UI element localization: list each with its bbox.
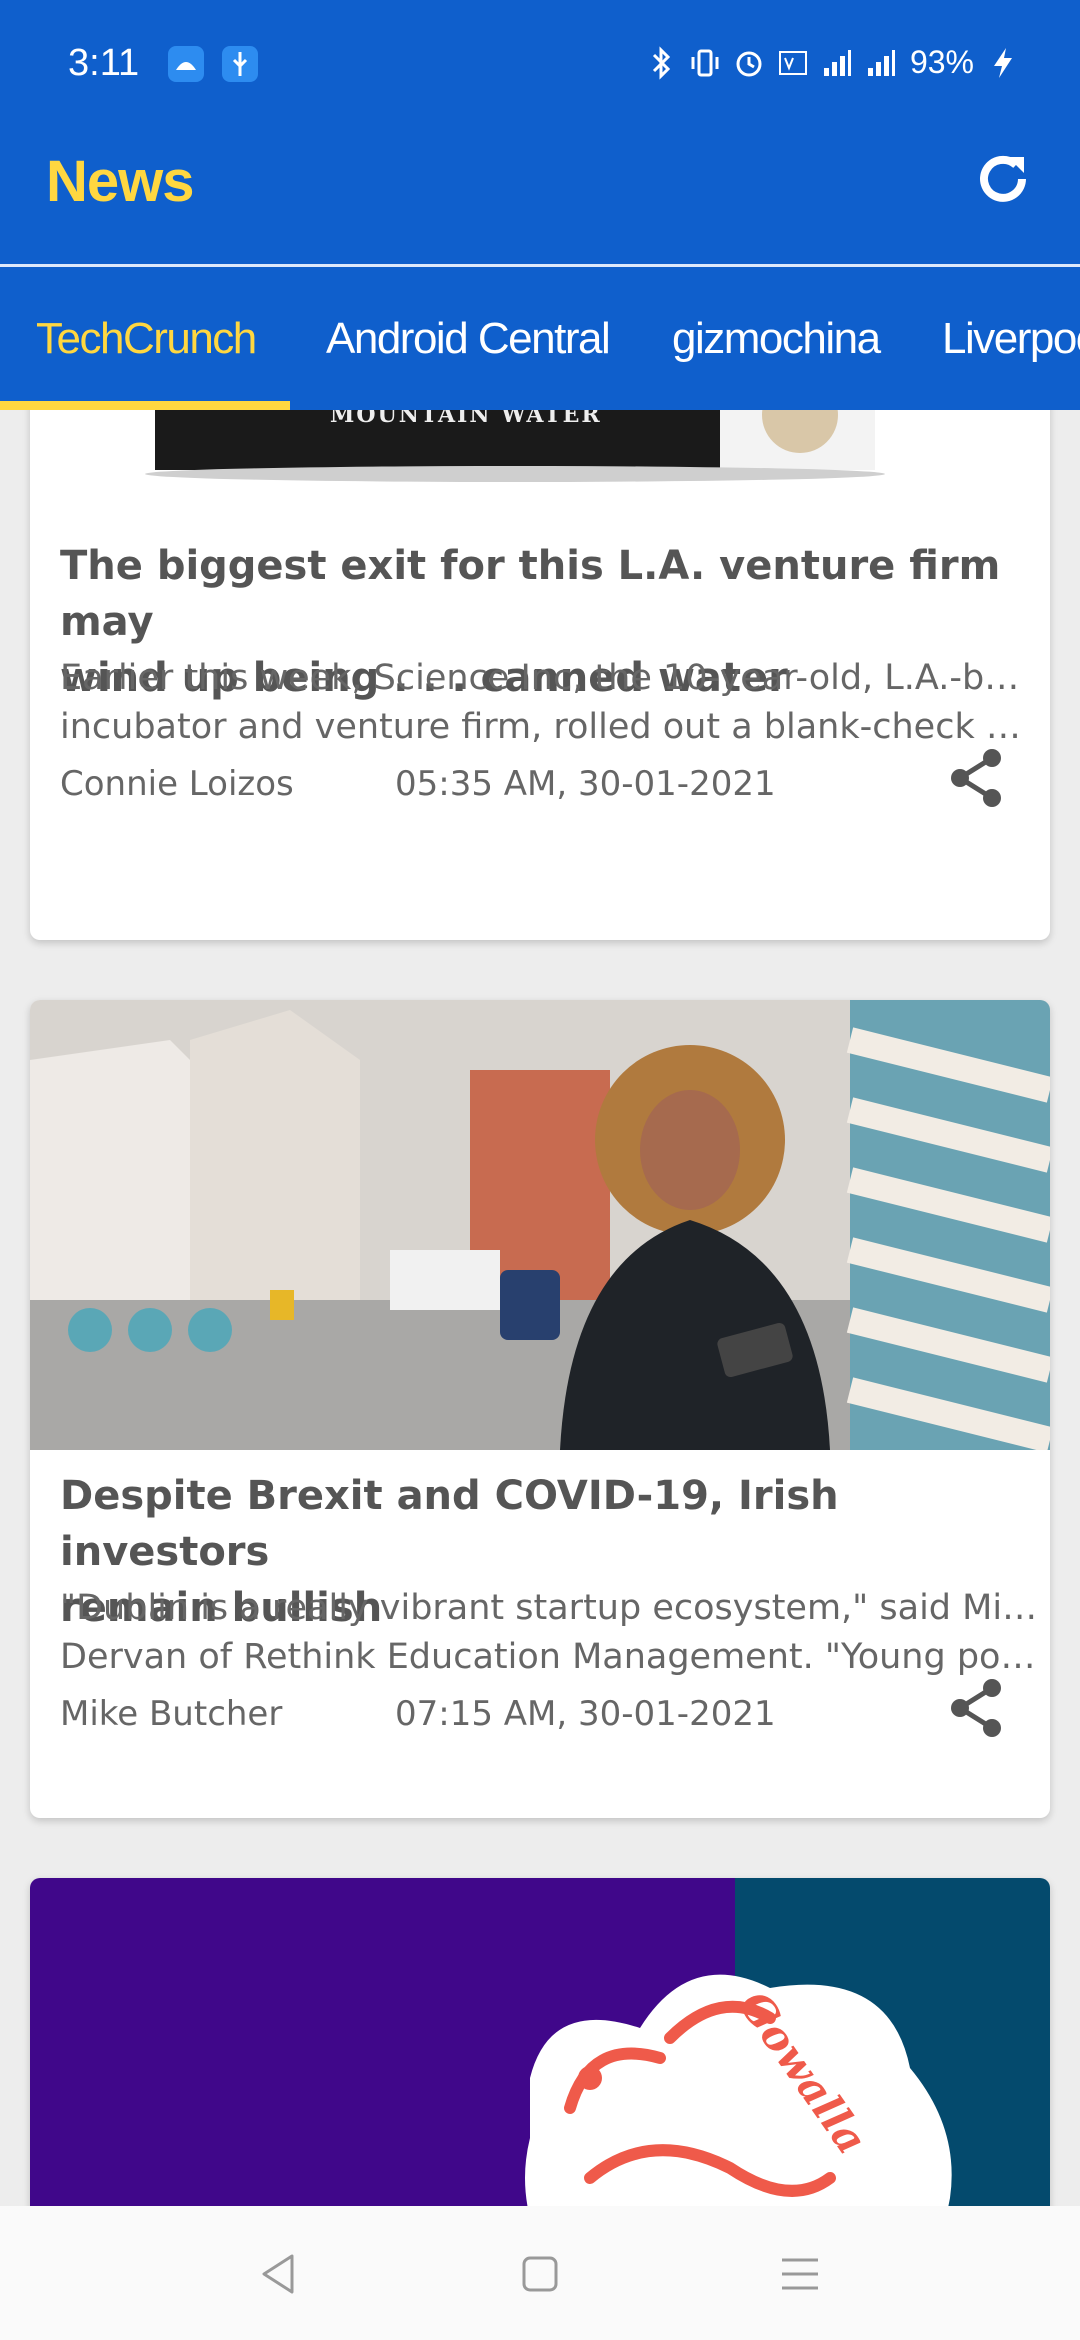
signal-icon bbox=[867, 49, 895, 76]
system-indicators: 93% bbox=[646, 44, 1018, 81]
android-icon bbox=[168, 46, 204, 82]
article-summary: Earlier this week, Science Inc, the 10-y… bbox=[60, 654, 1040, 752]
system-nav-bar bbox=[0, 2206, 1080, 2340]
image-caption: MOUNTAIN WATER bbox=[330, 410, 602, 428]
status-time: 3:11 bbox=[68, 42, 140, 84]
refresh-icon[interactable] bbox=[972, 148, 1034, 210]
summary-line: "Dublin is a really vibrant startup ecos… bbox=[60, 1588, 1040, 1628]
battery-percent: 93% bbox=[909, 44, 974, 80]
notification-icons bbox=[168, 46, 258, 82]
article-author: Mike Butcher bbox=[60, 1694, 283, 1734]
article-author: Connie Loizos bbox=[60, 764, 294, 804]
article-card[interactable]: Despite Brexit and COVID-19, Irish inves… bbox=[30, 1000, 1050, 1818]
usb-icon bbox=[222, 46, 258, 82]
article-card[interactable]: Gowalla bbox=[30, 1878, 1050, 2206]
article-summary: "Dublin is a really vibrant startup ecos… bbox=[60, 1584, 1040, 1682]
title-line: The biggest exit for this L.A. venture f… bbox=[60, 543, 1001, 645]
vibrate-icon bbox=[691, 49, 719, 76]
news-feed[interactable]: MOUNTAIN WATER The biggest exit for this… bbox=[0, 410, 1080, 2206]
share-icon[interactable] bbox=[946, 1676, 1006, 1740]
tab-gizmochina[interactable]: gizmochina bbox=[672, 267, 881, 410]
share-icon[interactable] bbox=[946, 746, 1006, 810]
article-card[interactable]: MOUNTAIN WATER The biggest exit for this… bbox=[30, 410, 1050, 940]
home-icon[interactable] bbox=[518, 2252, 562, 2296]
tab-liverpool[interactable]: Liverpool bbox=[942, 267, 1080, 410]
tab-techcrunch[interactable]: TechCrunch bbox=[36, 267, 257, 410]
app-title: News bbox=[46, 149, 195, 214]
article-image: Gowalla bbox=[30, 1878, 1050, 2206]
title-line: Despite Brexit and COVID-19, Irish inves… bbox=[60, 1473, 839, 1575]
summary-line: Earlier this week, Science Inc, the 10-y… bbox=[60, 658, 1040, 698]
charging-icon bbox=[994, 47, 1012, 78]
signal-4g-icon bbox=[823, 49, 851, 76]
status-bar: 3:11 93% bbox=[0, 0, 1080, 130]
article-image bbox=[30, 1000, 1050, 1450]
article-date: 07:15 AM, 30-01-2021 bbox=[395, 1694, 776, 1734]
summary-line: incubator and venture firm, rolled out a… bbox=[60, 707, 1040, 747]
alarm-icon bbox=[736, 51, 762, 76]
menu-icon[interactable] bbox=[778, 2252, 822, 2296]
article-date: 05:35 AM, 30-01-2021 bbox=[395, 764, 776, 804]
summary-line: Dervan of Rethink Education Management. … bbox=[60, 1637, 1040, 1677]
tab-android-central[interactable]: Android Central bbox=[326, 267, 611, 410]
volte-icon bbox=[778, 50, 807, 75]
source-tabs: TechCrunch Android Central gizmochina Li… bbox=[0, 267, 1080, 410]
active-tab-indicator bbox=[0, 401, 290, 410]
back-icon[interactable] bbox=[256, 2252, 300, 2296]
bluetooth-icon bbox=[652, 45, 671, 80]
article-image: MOUNTAIN WATER bbox=[30, 410, 1050, 520]
